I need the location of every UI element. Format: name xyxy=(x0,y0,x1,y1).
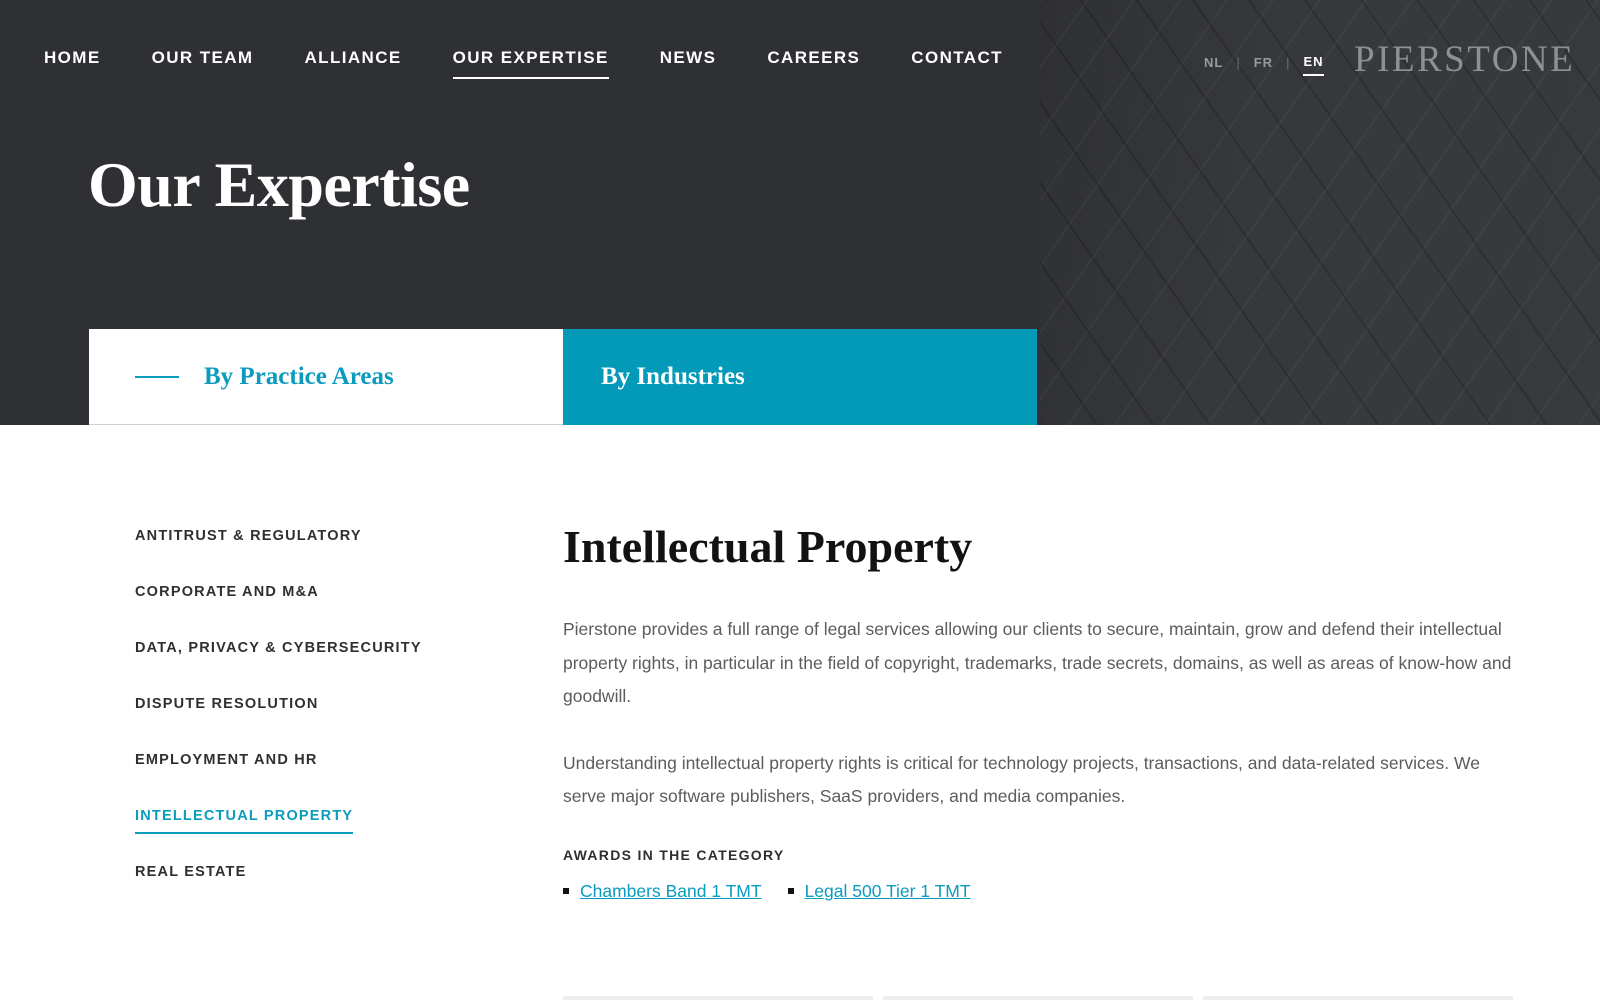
language-separator: | xyxy=(1286,55,1291,70)
card-top-edge xyxy=(883,996,1193,1000)
sidebar-item-data-privacy-cybersecurity[interactable]: DATA, PRIVACY & CYBERSECURITY xyxy=(135,640,422,696)
language-switcher: NL | FR | EN xyxy=(1204,54,1324,76)
description-paragraph: Pierstone provides a full range of legal… xyxy=(563,619,1512,706)
sidebar-item-real-estate[interactable]: REAL ESTATE xyxy=(135,864,422,920)
award-link-legal-500[interactable]: Legal 500 Tier 1 TMT xyxy=(805,881,971,902)
sidebar-item-employment-hr[interactable]: EMPLOYMENT AND HR xyxy=(135,752,422,808)
nav-item-our-expertise[interactable]: OUR EXPERTISE xyxy=(452,48,609,79)
sidebar-item-intellectual-property[interactable]: INTELLECTUAL PROPERTY xyxy=(135,808,422,864)
card-top-edge xyxy=(563,996,873,1000)
sidebar-item-label: EMPLOYMENT AND HR xyxy=(135,752,318,768)
page-title: Our Expertise xyxy=(88,149,470,220)
language-nl[interactable]: NL xyxy=(1204,55,1223,75)
nav-item-alliance[interactable]: ALLIANCE xyxy=(304,48,401,79)
sidebar-item-label: DATA, PRIVACY & CYBERSECURITY xyxy=(135,640,422,656)
tab-by-practice-areas[interactable]: By Practice Areas xyxy=(89,329,563,425)
sidebar-item-label: DISPUTE RESOLUTION xyxy=(135,696,319,712)
nav-item-home[interactable]: HOME xyxy=(44,48,101,79)
award-link-chambers[interactable]: Chambers Band 1 TMT xyxy=(580,881,762,902)
main-nav: HOME OUR TEAM ALLIANCE OUR EXPERTISE NEW… xyxy=(44,48,1054,79)
bottom-cards-edge xyxy=(563,996,1513,1000)
awards-heading: AWARDS IN THE CATEGORY xyxy=(563,846,785,863)
sidebar-item-antitrust-regulatory[interactable]: ANTITRUST & REGULATORY xyxy=(135,528,422,584)
active-tab-indicator xyxy=(135,375,179,378)
language-en[interactable]: EN xyxy=(1303,54,1324,76)
language-fr[interactable]: FR xyxy=(1254,55,1273,75)
nav-item-contact[interactable]: CONTACT xyxy=(911,48,1003,79)
sidebar-item-dispute-resolution[interactable]: DISPUTE RESOLUTION xyxy=(135,696,422,752)
practice-areas-sidebar: ANTITRUST & REGULATORY CORPORATE AND M&A… xyxy=(135,528,422,920)
sidebar-item-label: INTELLECTUAL PROPERTY xyxy=(135,808,354,834)
description-paragraph: Understanding intellectual property righ… xyxy=(563,752,1480,807)
practice-area-title: Intellectual Property xyxy=(563,521,973,572)
square-bullet-icon xyxy=(787,888,794,894)
pierstone-logo[interactable]: PIERSTONE xyxy=(1354,38,1575,81)
tab-label: By Practice Areas xyxy=(204,362,394,390)
language-separator: | xyxy=(1236,55,1241,70)
nav-item-news[interactable]: NEWS xyxy=(660,48,717,79)
sidebar-item-label: REAL ESTATE xyxy=(135,864,247,880)
hero-header: HOME OUR TEAM ALLIANCE OUR EXPERTISE NEW… xyxy=(0,0,1600,425)
expertise-tabs: By Practice Areas By Industries xyxy=(89,329,1037,425)
nav-item-our-team[interactable]: OUR TEAM xyxy=(152,48,254,79)
awards-list: Chambers Band 1 TMT Legal 500 Tier 1 TMT xyxy=(563,881,1523,902)
square-bullet-icon xyxy=(563,888,569,894)
tab-label: By Industries xyxy=(601,363,745,390)
card-top-edge xyxy=(1203,996,1513,1000)
tab-by-industries[interactable]: By Industries xyxy=(563,329,1037,425)
sidebar-item-corporate-ma[interactable]: CORPORATE AND M&A xyxy=(135,584,422,640)
award-item: Chambers Band 1 TMT xyxy=(563,881,762,902)
nav-item-careers[interactable]: CAREERS xyxy=(767,48,860,79)
award-item: Legal 500 Tier 1 TMT xyxy=(787,881,971,902)
practice-area-content: Intellectual Property Pierstone provides… xyxy=(563,520,1523,902)
sidebar-item-label: CORPORATE AND M&A xyxy=(135,584,319,600)
sidebar-item-label: ANTITRUST & REGULATORY xyxy=(135,528,362,544)
